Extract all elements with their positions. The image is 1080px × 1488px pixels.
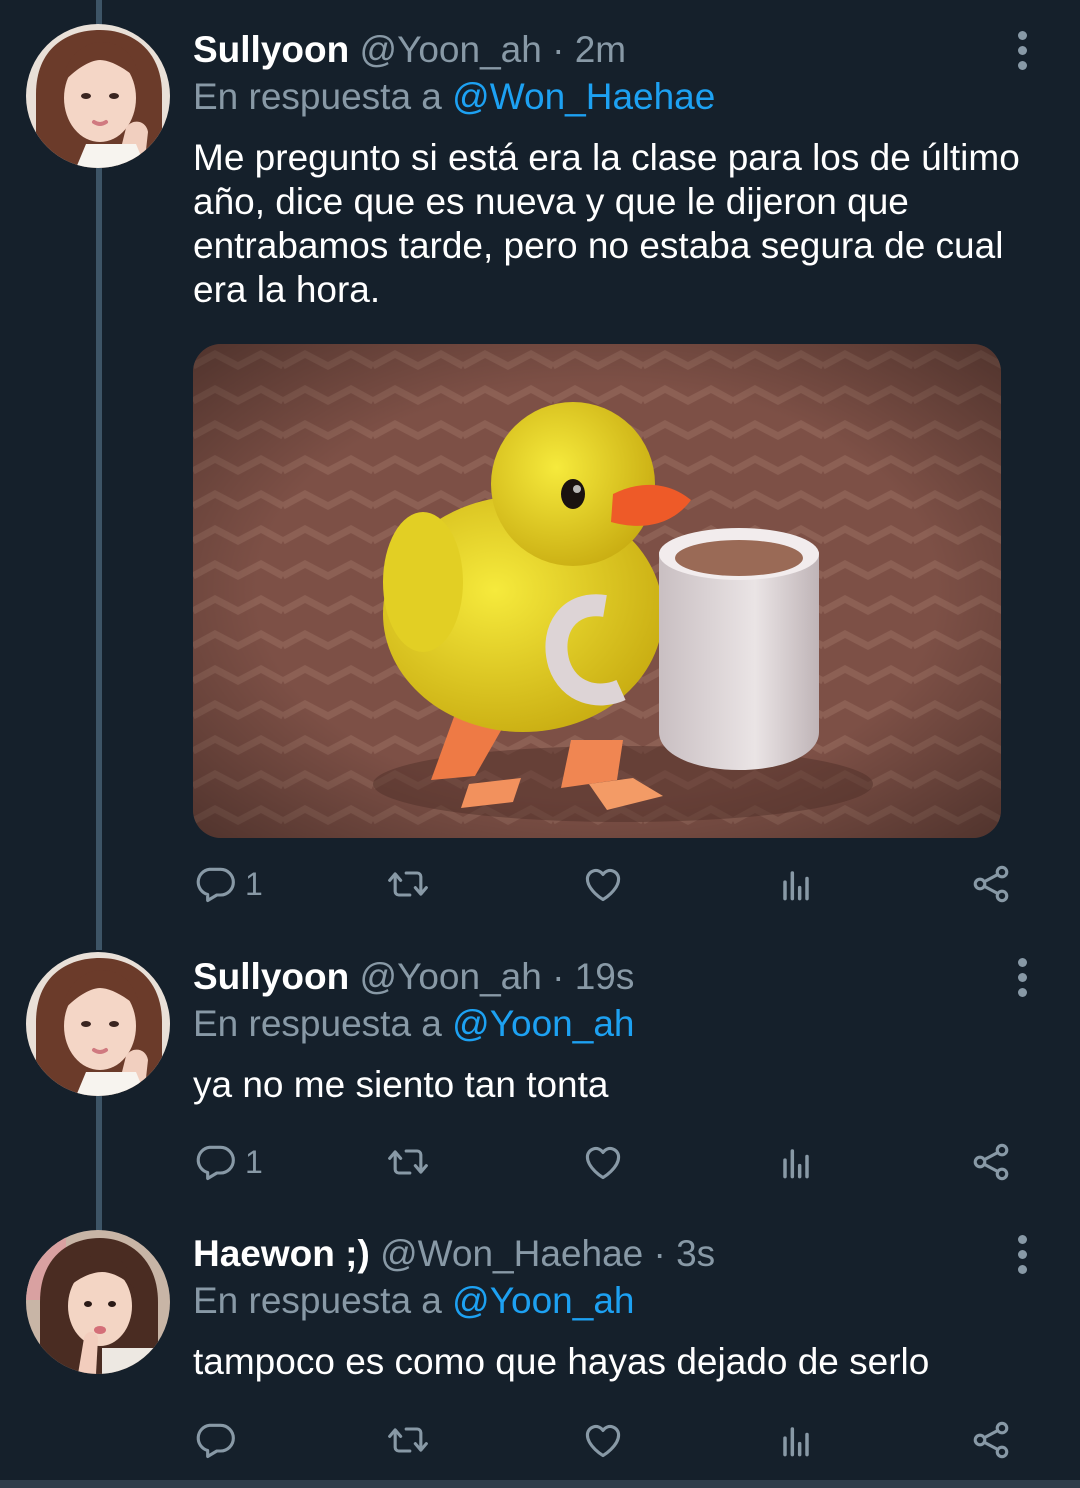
tweet-actions: 1: [193, 858, 1023, 910]
user-handle[interactable]: @Yoon_ah: [360, 956, 542, 997]
share-button[interactable]: [969, 1414, 1013, 1466]
reply-count: 1: [245, 1143, 263, 1180]
heart-icon: [581, 1140, 625, 1184]
share-button[interactable]: [969, 1136, 1013, 1188]
reply-prefix: En respuesta a: [193, 76, 442, 117]
tweet-actions: 1: [193, 1136, 1023, 1188]
like-button[interactable]: [581, 1414, 625, 1466]
heart-icon: [581, 862, 625, 906]
share-icon: [969, 1140, 1013, 1184]
tweet-text: tampoco es como que hayas dejado de serl…: [193, 1341, 930, 1382]
tweet-text: Me pregunto si está era la clase para lo…: [193, 137, 1020, 310]
analytics-button[interactable]: [774, 1136, 818, 1188]
tweet[interactable]: Sullyoon @Yoon_ah · 19s En respuesta a @…: [0, 950, 1080, 1230]
analytics-icon: [774, 1418, 818, 1462]
timestamp[interactable]: 3s: [676, 1233, 715, 1274]
retweet-button[interactable]: [386, 1136, 430, 1188]
timestamp[interactable]: 2m: [575, 29, 626, 70]
reply-mention[interactable]: @Won_Haehae: [452, 76, 715, 117]
separator: ·: [653, 1233, 666, 1274]
retweet-button[interactable]: [386, 858, 430, 910]
share-button[interactable]: [969, 858, 1013, 910]
share-icon: [969, 862, 1013, 906]
display-name[interactable]: Sullyoon: [193, 956, 349, 997]
reply-context: En respuesta a @Yoon_ah: [193, 1279, 634, 1323]
avatar-image: [26, 952, 170, 1096]
like-button[interactable]: [581, 1136, 625, 1188]
reply-mention[interactable]: @Yoon_ah: [452, 1003, 634, 1044]
tweet-header: Haewon ;) @Won_Haehae · 3s: [193, 1232, 715, 1276]
duck-with-mug-image: [193, 344, 1001, 838]
analytics-button[interactable]: [774, 858, 818, 910]
avatar[interactable]: [26, 1230, 170, 1374]
more-vertical-icon[interactable]: [1006, 28, 1038, 72]
reply-icon: [193, 862, 237, 906]
tweet[interactable]: Sullyoon @Yoon_ah · 2m En respuesta a @W…: [0, 0, 1080, 940]
reply-icon: [193, 1140, 237, 1184]
retweet-icon: [386, 1140, 430, 1184]
display-name[interactable]: Haewon ;): [193, 1233, 370, 1274]
retweet-icon: [386, 862, 430, 906]
avatar-image: [26, 1230, 170, 1374]
tweet-header: Sullyoon @Yoon_ah · 2m: [193, 28, 626, 72]
retweet-button[interactable]: [386, 1414, 430, 1466]
reply-button[interactable]: 1: [193, 858, 263, 910]
reply-button[interactable]: [193, 1414, 245, 1466]
reply-prefix: En respuesta a: [193, 1280, 442, 1321]
reply-button[interactable]: 1: [193, 1136, 263, 1188]
more-vertical-icon[interactable]: [1006, 1232, 1038, 1276]
reply-count: 1: [245, 865, 263, 902]
analytics-icon: [774, 1140, 818, 1184]
divider: [0, 1480, 1080, 1488]
reply-context: En respuesta a @Yoon_ah: [193, 1002, 634, 1046]
tweet-text: ya no me siento tan tonta: [193, 1064, 609, 1105]
separator: ·: [552, 956, 565, 997]
more-vertical-icon[interactable]: [1006, 955, 1038, 999]
avatar-image: [26, 24, 170, 168]
user-handle[interactable]: @Yoon_ah: [360, 29, 542, 70]
avatar[interactable]: [26, 952, 170, 1096]
separator: ·: [552, 29, 565, 70]
tweet-media[interactable]: [193, 344, 1001, 838]
share-icon: [969, 1418, 1013, 1462]
reply-icon: [193, 1418, 237, 1462]
analytics-icon: [774, 862, 818, 906]
display-name[interactable]: Sullyoon: [193, 29, 349, 70]
avatar[interactable]: [26, 24, 170, 168]
tweet-actions: [193, 1414, 1023, 1466]
retweet-icon: [386, 1418, 430, 1462]
like-button[interactable]: [581, 858, 625, 910]
analytics-button[interactable]: [774, 1414, 818, 1466]
reply-mention[interactable]: @Yoon_ah: [452, 1280, 634, 1321]
reply-context: En respuesta a @Won_Haehae: [193, 75, 715, 119]
user-handle[interactable]: @Won_Haehae: [380, 1233, 643, 1274]
tweet-header: Sullyoon @Yoon_ah · 19s: [193, 955, 634, 999]
reply-prefix: En respuesta a: [193, 1003, 442, 1044]
heart-icon: [581, 1418, 625, 1462]
tweet[interactable]: Haewon ;) @Won_Haehae · 3s En respuesta …: [0, 1228, 1080, 1480]
timestamp[interactable]: 19s: [575, 956, 635, 997]
